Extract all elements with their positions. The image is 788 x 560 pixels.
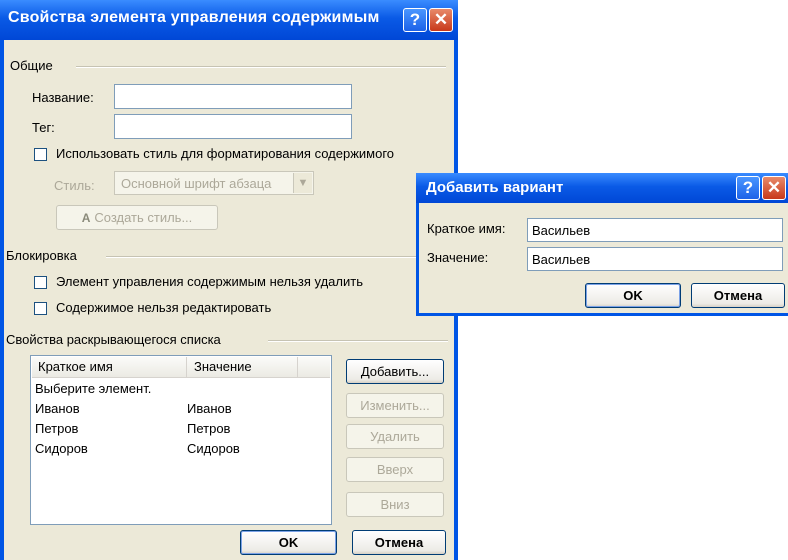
lock-group-heading: Блокировка [6, 248, 77, 263]
cannot-edit-checkbox[interactable] [34, 302, 47, 315]
dialog-title-bar[interactable]: Свойства элемента управления содержимым … [0, 0, 458, 40]
add-choice-dialog: Добавить вариант ? ✕ Краткое имя: Значен… [416, 173, 788, 316]
use-style-checkbox[interactable] [34, 148, 47, 161]
list-item-name: Петров [35, 421, 79, 436]
list-header: Краткое имя Значение [32, 357, 330, 378]
value-input[interactable] [527, 247, 783, 271]
tag-label: Тег: [32, 120, 55, 135]
group-divider [76, 66, 446, 68]
style-combobox[interactable]: Основной шрифт абзаца ▼ [114, 171, 314, 195]
short-name-input[interactable] [527, 218, 783, 242]
dropdown-props-heading: Свойства раскрывающегося списка [6, 332, 221, 347]
delete-button[interactable]: Удалить [346, 424, 444, 449]
chevron-down-icon: ▼ [293, 173, 312, 193]
close-button[interactable]: ✕ [429, 8, 453, 32]
cancel-button[interactable]: Отмена [691, 283, 785, 308]
column-header-short-name[interactable]: Краткое имя [32, 357, 187, 377]
cannot-edit-label: Содержимое нельзя редактировать [56, 300, 272, 315]
dialog-title: Добавить вариант [426, 179, 564, 196]
create-style-button[interactable]: A Создать стиль... [56, 205, 218, 230]
dialog-title-bar[interactable]: Добавить вариант ? ✕ [416, 173, 788, 203]
dialog-body: Общие Название: Тег: Использовать стиль … [4, 40, 454, 560]
edit-button[interactable]: Изменить... [346, 393, 444, 418]
value-label: Значение: [427, 250, 489, 265]
create-style-label: Создать стиль... [94, 210, 193, 225]
dialog-title: Свойства элемента управления содержимым [8, 9, 380, 26]
list-item-name: Иванов [35, 401, 80, 416]
style-icon: A [81, 211, 91, 225]
close-button[interactable]: ✕ [762, 176, 786, 200]
cannot-delete-checkbox[interactable] [34, 276, 47, 289]
ok-button[interactable]: OK [240, 530, 337, 555]
style-combobox-value: Основной шрифт абзаца [121, 176, 272, 191]
tag-input[interactable] [114, 114, 352, 139]
list-item-value: Иванов [187, 401, 232, 416]
dialog-body: Краткое имя: Значение: OK Отмена [419, 203, 788, 313]
move-up-button[interactable]: Вверх [346, 457, 444, 482]
name-input[interactable] [114, 84, 352, 109]
help-button[interactable]: ? [403, 8, 427, 32]
group-divider [106, 256, 416, 258]
help-button[interactable]: ? [736, 176, 760, 200]
list-item-value: Петров [187, 421, 231, 436]
column-header-value[interactable]: Значение [188, 357, 298, 377]
group-divider [268, 340, 448, 342]
move-down-button[interactable]: Вниз [346, 492, 444, 517]
list-item-name: Выберите элемент. [35, 381, 152, 396]
list-item-name: Сидоров [35, 441, 88, 456]
general-group-heading: Общие [10, 58, 53, 73]
short-name-label: Краткое имя: [427, 221, 506, 236]
content-control-properties-dialog: Свойства элемента управления содержимым … [0, 0, 458, 560]
list-item-value: Сидоров [187, 441, 240, 456]
use-style-label: Использовать стиль для форматирования со… [56, 146, 395, 161]
cancel-button[interactable]: Отмена [352, 530, 446, 555]
ok-button[interactable]: OK [585, 283, 681, 308]
style-label: Стиль: [54, 178, 95, 193]
name-label: Название: [32, 90, 94, 105]
dropdown-items-list[interactable]: Краткое имя Значение Выберите элемент. И… [30, 355, 332, 525]
add-button[interactable]: Добавить... [346, 359, 444, 384]
cannot-delete-label: Элемент управления содержимым нельзя уда… [56, 274, 363, 289]
